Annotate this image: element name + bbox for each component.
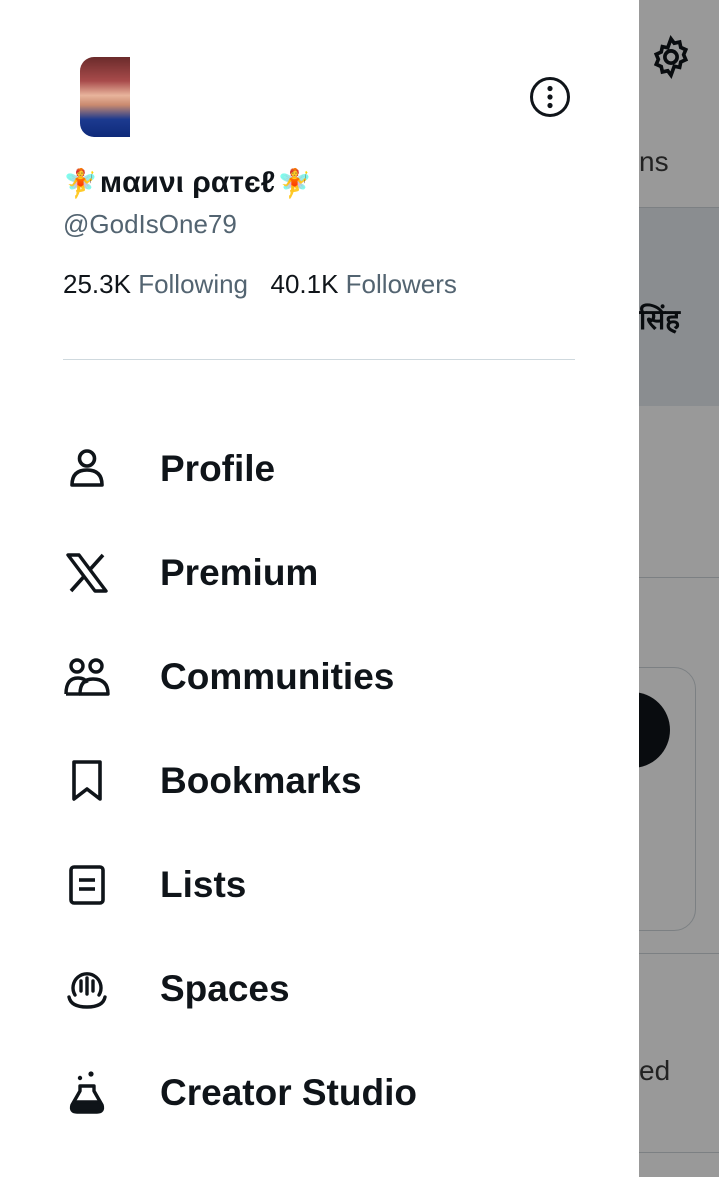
followers-label: Followers	[345, 269, 457, 299]
following-link[interactable]: 25.3K Following	[63, 269, 255, 299]
menu-label: Lists	[160, 864, 247, 905]
following-count: 25.3K	[63, 269, 131, 299]
menu-label: Spaces	[160, 968, 290, 1009]
display-name[interactable]: 🧚 мαиνι ραтєℓ 🧚	[63, 166, 312, 200]
list-icon	[63, 861, 111, 909]
spaces-icon	[63, 965, 111, 1013]
menu-item-premium[interactable]: Premium	[63, 533, 583, 613]
menu-item-communities[interactable]: Communities	[63, 637, 583, 717]
avatar[interactable]	[80, 57, 130, 137]
x-logo-icon	[63, 549, 111, 597]
user-handle[interactable]: @GodIsOne79	[63, 209, 237, 240]
more-options-icon[interactable]	[529, 76, 571, 118]
display-name-text: мαиνι ραтєℓ	[99, 166, 276, 199]
fairy-emoji-icon: 🧚	[63, 167, 98, 199]
person-icon	[63, 445, 111, 493]
bookmark-icon	[63, 757, 111, 805]
menu-label: Communities	[160, 656, 395, 697]
menu-item-bookmarks[interactable]: Bookmarks	[63, 741, 583, 821]
menu-label: Premium	[160, 552, 319, 593]
menu-label: Creator Studio	[160, 1072, 417, 1113]
followers-count: 40.1K	[270, 269, 339, 299]
following-label: Following	[138, 269, 249, 299]
menu-item-spaces[interactable]: Spaces	[63, 949, 583, 1029]
menu-item-lists[interactable]: Lists	[63, 845, 583, 925]
drawer-divider	[63, 359, 575, 360]
creator-studio-icon	[63, 1069, 111, 1117]
menu-label: Bookmarks	[160, 760, 362, 801]
follow-stats: 25.3K Following 40.1K Followers	[63, 269, 457, 300]
communities-icon	[63, 653, 111, 701]
followers-link[interactable]: 40.1K Followers	[270, 269, 456, 299]
menu-item-profile[interactable]: Profile	[63, 429, 583, 509]
navigation-drawer: 🧚 мαиνι ραтєℓ 🧚 @GodIsOne79 25.3K Follow…	[0, 0, 639, 1177]
menu-label: Profile	[160, 448, 276, 489]
fairy-emoji-icon: 🧚	[277, 167, 313, 199]
menu-item-creator-studio[interactable]: Creator Studio	[63, 1053, 583, 1133]
